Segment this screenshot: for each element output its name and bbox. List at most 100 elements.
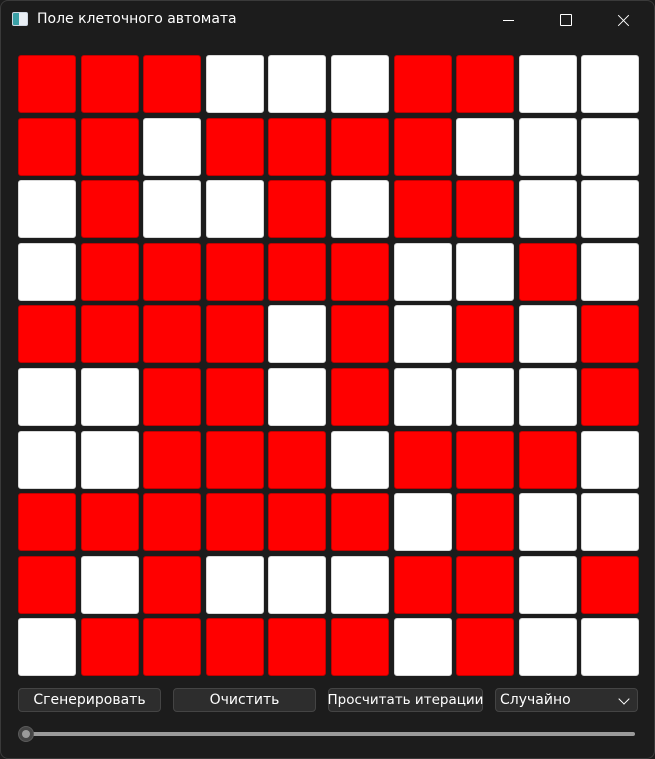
grid-cell[interactable] bbox=[581, 618, 640, 677]
grid-cell[interactable] bbox=[581, 117, 640, 176]
grid-cell[interactable] bbox=[268, 180, 327, 239]
grid-cell[interactable] bbox=[518, 180, 577, 239]
grid-cell[interactable] bbox=[581, 367, 640, 426]
grid-cell[interactable] bbox=[205, 555, 264, 614]
grid-cell[interactable] bbox=[18, 305, 76, 364]
grid-cell[interactable] bbox=[456, 305, 515, 364]
grid-cell[interactable] bbox=[393, 367, 452, 426]
grid-cell[interactable] bbox=[330, 430, 389, 489]
grid-cell[interactable] bbox=[518, 305, 577, 364]
grid-cell[interactable] bbox=[581, 180, 640, 239]
grid-cell[interactable] bbox=[205, 305, 264, 364]
clear-button[interactable]: Очистить bbox=[173, 688, 316, 712]
grid-cell[interactable] bbox=[456, 430, 515, 489]
grid-cell[interactable] bbox=[518, 493, 577, 552]
grid-cell[interactable] bbox=[268, 430, 327, 489]
grid-cell[interactable] bbox=[393, 305, 452, 364]
grid-cell[interactable] bbox=[18, 367, 76, 426]
grid-cell[interactable] bbox=[393, 430, 452, 489]
mode-dropdown[interactable]: Случайно bbox=[495, 688, 638, 712]
grid-cell[interactable] bbox=[518, 618, 577, 677]
grid-cell[interactable] bbox=[18, 55, 76, 113]
grid-cell[interactable] bbox=[80, 242, 139, 301]
grid-cell[interactable] bbox=[143, 430, 202, 489]
grid-cell[interactable] bbox=[143, 55, 202, 113]
close-button[interactable] bbox=[595, 1, 653, 39]
iterations-slider[interactable] bbox=[18, 725, 635, 743]
grid-cell[interactable] bbox=[518, 55, 577, 113]
grid-cell[interactable] bbox=[330, 117, 389, 176]
grid-cell[interactable] bbox=[80, 305, 139, 364]
grid-cell[interactable] bbox=[330, 618, 389, 677]
grid-cell[interactable] bbox=[330, 180, 389, 239]
grid-cell[interactable] bbox=[456, 493, 515, 552]
grid-cell[interactable] bbox=[456, 555, 515, 614]
grid-cell[interactable] bbox=[18, 242, 76, 301]
grid-cell[interactable] bbox=[518, 430, 577, 489]
slider-track[interactable] bbox=[22, 732, 635, 736]
grid-cell[interactable] bbox=[330, 493, 389, 552]
grid-cell[interactable] bbox=[268, 242, 327, 301]
grid-cell[interactable] bbox=[268, 117, 327, 176]
grid-cell[interactable] bbox=[268, 305, 327, 364]
grid-cell[interactable] bbox=[205, 242, 264, 301]
grid-cell[interactable] bbox=[581, 555, 640, 614]
grid-cell[interactable] bbox=[205, 493, 264, 552]
grid-cell[interactable] bbox=[80, 493, 139, 552]
grid-cell[interactable] bbox=[268, 618, 327, 677]
grid-cell[interactable] bbox=[143, 618, 202, 677]
grid-cell[interactable] bbox=[143, 242, 202, 301]
grid-cell[interactable] bbox=[393, 493, 452, 552]
grid-cell[interactable] bbox=[393, 618, 452, 677]
maximize-button[interactable] bbox=[537, 1, 595, 39]
grid-cell[interactable] bbox=[205, 180, 264, 239]
grid-cell[interactable] bbox=[393, 242, 452, 301]
grid-cell[interactable] bbox=[330, 555, 389, 614]
grid-cell[interactable] bbox=[268, 555, 327, 614]
grid-cell[interactable] bbox=[18, 555, 76, 614]
title-bar[interactable]: Поле клеточного автомата bbox=[1, 1, 654, 39]
grid-cell[interactable] bbox=[581, 493, 640, 552]
grid-cell[interactable] bbox=[393, 55, 452, 113]
grid-cell[interactable] bbox=[581, 305, 640, 364]
grid-cell[interactable] bbox=[268, 367, 327, 426]
grid-cell[interactable] bbox=[143, 493, 202, 552]
grid-cell[interactable] bbox=[18, 180, 76, 239]
grid-cell[interactable] bbox=[456, 55, 515, 113]
grid-cell[interactable] bbox=[268, 55, 327, 113]
grid-cell[interactable] bbox=[581, 55, 640, 113]
grid-cell[interactable] bbox=[330, 55, 389, 113]
grid-cell[interactable] bbox=[18, 430, 76, 489]
grid-cell[interactable] bbox=[80, 117, 139, 176]
grid-cell[interactable] bbox=[80, 367, 139, 426]
grid-cell[interactable] bbox=[330, 305, 389, 364]
grid-cell[interactable] bbox=[456, 618, 515, 677]
grid-cell[interactable] bbox=[18, 117, 76, 176]
grid-cell[interactable] bbox=[456, 367, 515, 426]
grid-cell[interactable] bbox=[268, 493, 327, 552]
grid-cell[interactable] bbox=[518, 367, 577, 426]
generate-button[interactable]: Сгенерировать bbox=[18, 688, 161, 712]
grid-cell[interactable] bbox=[80, 430, 139, 489]
grid-cell[interactable] bbox=[143, 180, 202, 239]
grid-cell[interactable] bbox=[456, 117, 515, 176]
slider-thumb[interactable] bbox=[18, 726, 34, 742]
grid-cell[interactable] bbox=[518, 555, 577, 614]
grid-cell[interactable] bbox=[518, 242, 577, 301]
grid-cell[interactable] bbox=[581, 430, 640, 489]
grid-cell[interactable] bbox=[330, 242, 389, 301]
grid-cell[interactable] bbox=[205, 430, 264, 489]
grid-cell[interactable] bbox=[18, 618, 76, 677]
grid-cell[interactable] bbox=[456, 180, 515, 239]
grid-cell[interactable] bbox=[456, 242, 515, 301]
grid-cell[interactable] bbox=[205, 117, 264, 176]
grid-cell[interactable] bbox=[143, 305, 202, 364]
grid-cell[interactable] bbox=[393, 117, 452, 176]
grid-cell[interactable] bbox=[518, 117, 577, 176]
grid-cell[interactable] bbox=[330, 367, 389, 426]
grid-cell[interactable] bbox=[143, 117, 202, 176]
grid-cell[interactable] bbox=[205, 55, 264, 113]
grid-cell[interactable] bbox=[18, 493, 76, 552]
minimize-button[interactable] bbox=[479, 1, 537, 39]
grid-cell[interactable] bbox=[80, 618, 139, 677]
